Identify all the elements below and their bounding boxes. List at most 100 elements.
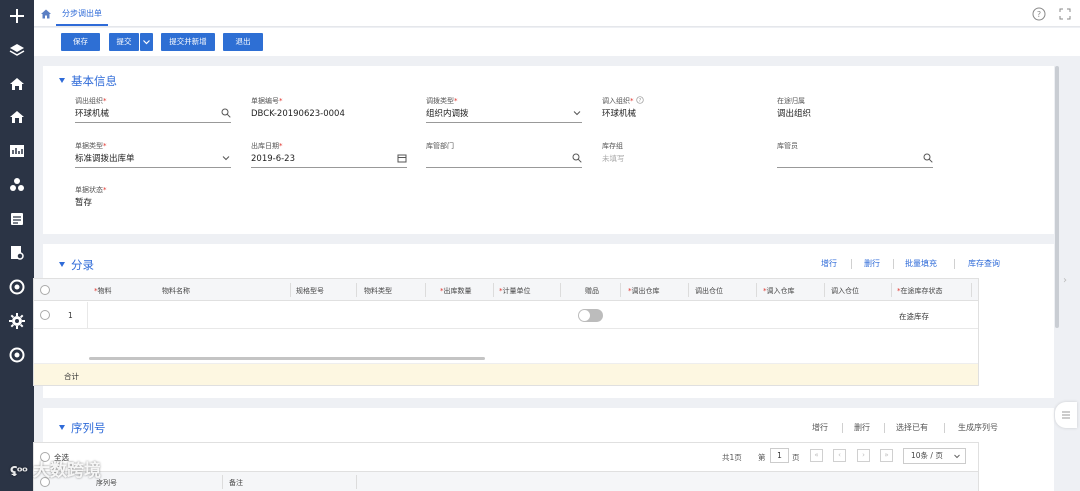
home-icon[interactable] [40, 8, 52, 20]
pager-prefix: 第 [758, 453, 766, 462]
pager-suffix: 页 [792, 453, 800, 462]
next-page-icon[interactable]: › [857, 449, 870, 462]
report-icon[interactable] [8, 142, 26, 160]
submit-button[interactable]: 提交 [109, 33, 139, 51]
pager-total: 共1页 [722, 453, 742, 462]
basic-info-panel: 基本信息 调出组织* 环球机械 单据编号* DBCK-20190623-0004… [43, 66, 1054, 234]
col-in-loc: 调入仓位 [831, 287, 859, 295]
gear-icon[interactable] [8, 312, 26, 330]
generate-serial-link[interactable]: 生成序列号 [958, 422, 998, 433]
serial-grid-header: 序列号 备注 [34, 471, 978, 491]
transit-status-value: 在途库存 [899, 312, 929, 321]
col-spec: 规格型号 [296, 287, 324, 295]
cubes-icon[interactable] [8, 176, 26, 194]
total-row: 合计 [34, 363, 978, 385]
bill-status-value: 暂存 [75, 198, 93, 208]
collapse-icon [59, 262, 65, 267]
search-report-icon[interactable] [8, 244, 26, 262]
vertical-scrollbar[interactable] [1055, 66, 1059, 328]
gift-toggle[interactable] [578, 309, 603, 322]
stock-dept-value [426, 153, 582, 165]
prev-page-icon[interactable]: ‹ [833, 449, 846, 462]
search-icon[interactable] [923, 153, 933, 163]
circle-app-icon[interactable] [8, 278, 26, 296]
col-out-wh: *调出仓库 [628, 287, 660, 295]
bill-type-select[interactable]: 单据类型* 标准调拨出库单 [75, 141, 231, 168]
toolbar: 保存 提交 提交并新增 退出 [34, 28, 1080, 56]
exit-button[interactable]: 退出 [223, 33, 263, 51]
search-icon[interactable] [572, 153, 582, 163]
first-page-icon[interactable]: « [810, 449, 823, 462]
submit-dropdown-button[interactable] [140, 33, 153, 51]
page-size-select[interactable]: 10条 / 页 [903, 448, 966, 464]
save-button[interactable]: 保存 [61, 33, 100, 51]
table-row[interactable]: 1 在途库存 [34, 302, 978, 329]
horizontal-scrollbar[interactable] [89, 357, 485, 360]
bill-no-value: DBCK-20190623-0004 [251, 109, 345, 119]
col-out-qty: *出库数量 [440, 287, 472, 295]
toggle-knob [579, 310, 590, 321]
watermark-logo: ʢᵒᵒ 大数跨境 [10, 461, 102, 481]
stock-query-link[interactable]: 库存查询 [968, 258, 1000, 269]
page-input[interactable]: 1 [770, 448, 789, 463]
chevron-down-icon[interactable] [221, 153, 231, 163]
batch-fill-link[interactable]: 批量填充 [905, 258, 937, 269]
menu-icon [1062, 411, 1070, 419]
serial-title[interactable]: 序列号 [59, 420, 106, 436]
add-icon[interactable] [8, 7, 26, 25]
top-bar: 分步调出单 ? [34, 0, 1080, 27]
help-icon[interactable]: ? [1032, 7, 1046, 21]
col-gift: 赠品 [585, 287, 599, 295]
select-existing-link[interactable]: 选择已有 [896, 422, 928, 433]
delete-row-link[interactable]: 删行 [864, 258, 880, 269]
bill-type-value: 标准调拨出库单 [75, 154, 135, 164]
out-date-field[interactable]: 出库日期* 2019-6-23 [251, 141, 407, 168]
calendar-icon[interactable] [397, 153, 407, 163]
col-remark: 备注 [229, 479, 243, 487]
tab-transfer-out[interactable]: 分步调出单 [56, 3, 108, 26]
stock-keeper-value [777, 153, 933, 165]
add-row-link[interactable]: 增行 [821, 258, 837, 269]
last-page-icon[interactable]: » [880, 449, 893, 462]
chevron-right-icon[interactable]: › [1063, 275, 1067, 286]
basic-info-title[interactable]: 基本信息 [59, 73, 117, 89]
entries-title[interactable]: 分录 [59, 257, 94, 273]
chevron-down-icon [143, 40, 150, 45]
chevron-down-icon[interactable] [572, 108, 582, 118]
select-all-radio[interactable] [40, 285, 50, 295]
menu-float-button[interactable] [1055, 402, 1077, 428]
row-index: 1 [68, 311, 73, 320]
col-in-wh: *调入仓库 [763, 287, 795, 295]
entries-grid: *物料 物料名称 规格型号 物料类型 *出库数量 *计量单位 赠品 *调出仓库 … [33, 278, 979, 386]
home-icon[interactable] [8, 75, 26, 93]
col-unit: *计量单位 [499, 287, 531, 295]
stock-keeper-field[interactable]: 库管员 [777, 141, 933, 168]
out-org-field[interactable]: 调出组织* 环球机械 [75, 96, 231, 123]
stock-dept-field[interactable]: 库管部门 [426, 141, 582, 168]
transfer-type-select[interactable]: 调拨类型* 组织内调拨 [426, 96, 582, 123]
chevron-down-icon [954, 454, 960, 459]
stock-group-field: 库存组 未填写 [602, 141, 758, 165]
circle-app-icon-2[interactable] [8, 346, 26, 364]
svg-text:?: ? [1037, 10, 1041, 19]
serial-delete-row-link[interactable]: 删行 [854, 422, 870, 433]
col-out-loc: 调出仓位 [695, 287, 723, 295]
fullscreen-icon[interactable] [1059, 8, 1071, 20]
col-material-name: 物料名称 [162, 287, 190, 295]
total-label: 合计 [64, 372, 79, 381]
layers-icon[interactable] [8, 41, 26, 59]
in-org-field: 调入组织* ? 环球机械 [602, 96, 758, 120]
submit-and-new-button[interactable]: 提交并新增 [161, 33, 215, 51]
transfer-type-value: 组织内调拨 [426, 109, 469, 119]
out-org-value: 环球机械 [75, 109, 110, 119]
bill-no-field[interactable]: 单据编号* DBCK-20190623-0004 [251, 96, 407, 120]
search-icon[interactable] [221, 108, 231, 118]
col-transit-status: *在途库存状态 [897, 287, 943, 295]
entries-grid-header: *物料 物料名称 规格型号 物料类型 *出库数量 *计量单位 赠品 *调出仓库 … [34, 279, 978, 301]
warehouse-icon[interactable] [8, 108, 26, 126]
row-radio[interactable] [40, 310, 50, 320]
info-icon[interactable]: ? [636, 96, 644, 104]
serial-add-row-link[interactable]: 增行 [812, 422, 828, 433]
stock-group-value: 未填写 [602, 154, 625, 163]
document-icon[interactable] [8, 210, 26, 228]
